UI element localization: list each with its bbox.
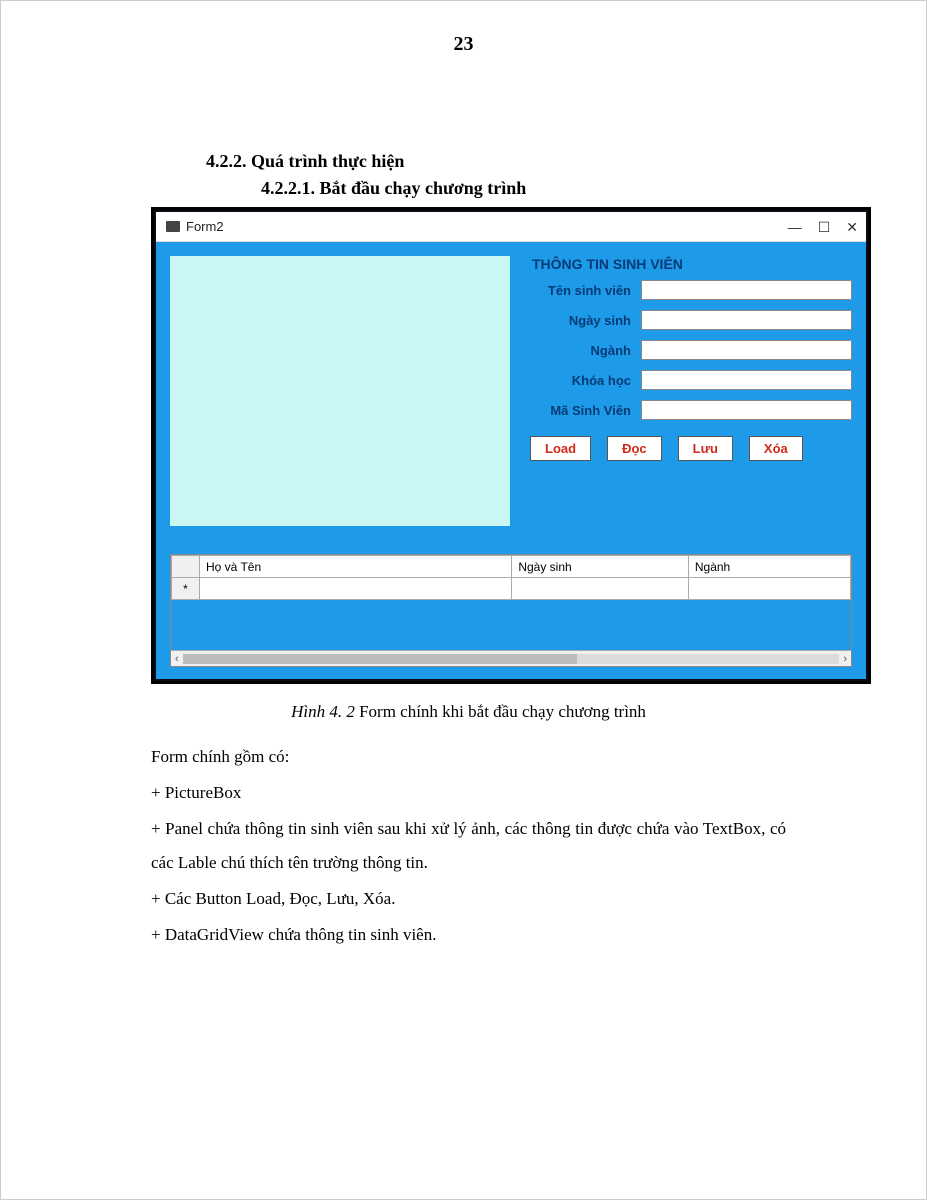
maximize-icon[interactable]: ☐ (818, 220, 831, 234)
body-p2: + PictureBox (151, 776, 786, 810)
delete-button[interactable]: Xóa (749, 436, 803, 461)
picture-box (170, 256, 510, 526)
label-major: Ngành (526, 343, 641, 358)
window-title: Form2 (186, 219, 224, 234)
app-icon (166, 221, 180, 232)
panel-title: THÔNG TIN SINH VIÊN (526, 256, 852, 272)
read-button[interactable]: Đọc (607, 436, 662, 461)
label-student-id: Mã Sinh Viên (526, 403, 641, 418)
grid-col-name: Họ và Tên (200, 556, 512, 578)
grid-row-marker: * (172, 578, 200, 600)
grid-empty-area (171, 600, 851, 650)
form2-screenshot: Form2 — ☐ ✕ THÔNG TIN SINH VIÊN Tên sinh… (151, 207, 871, 684)
figure-caption-text: Form chính khi bắt đầu chạy chương trình (355, 702, 646, 721)
body-p5: + DataGridView chứa thông tin sinh viên. (151, 918, 786, 952)
student-info-panel: THÔNG TIN SINH VIÊN Tên sinh viên Ngày s… (526, 256, 852, 526)
heading-4-2-2-1: 4.2.2.1. Bắt đầu chạy chương trình (261, 178, 786, 199)
grid-col-major: Ngành (688, 556, 850, 578)
scroll-thumb[interactable] (183, 654, 577, 664)
minimize-icon[interactable]: — (788, 220, 802, 234)
scroll-track[interactable] (183, 654, 840, 664)
close-icon[interactable]: ✕ (846, 220, 858, 234)
load-button[interactable]: Load (530, 436, 591, 461)
input-student-id[interactable] (641, 400, 852, 420)
heading-4-2-2: 4.2.2. Quá trình thực hiện (206, 151, 786, 172)
label-student-name: Tên sinh viên (526, 283, 641, 298)
window-titlebar: Form2 — ☐ ✕ (156, 212, 866, 242)
grid-horizontal-scrollbar[interactable]: ‹ › (171, 650, 851, 666)
scroll-left-icon[interactable]: ‹ (175, 653, 179, 665)
input-dob[interactable] (641, 310, 852, 330)
figure-label: Hình 4. 2 (291, 702, 355, 721)
figure-caption: Hình 4. 2 Form chính khi bắt đầu chạy ch… (151, 702, 786, 722)
input-major[interactable] (641, 340, 852, 360)
grid-col-dob: Ngày sinh (512, 556, 689, 578)
input-course[interactable] (641, 370, 852, 390)
save-button[interactable]: Lưu (678, 436, 733, 461)
body-p3: + Panel chứa thông tin sinh viên sau khi… (151, 812, 786, 880)
page-number: 23 (1, 1, 926, 56)
input-student-name[interactable] (641, 280, 852, 300)
body-p1: Form chính gồm có: (151, 740, 786, 774)
body-p4: + Các Button Load, Đọc, Lưu, Xóa. (151, 882, 786, 916)
label-dob: Ngày sinh (526, 313, 641, 328)
label-course: Khóa học (526, 373, 641, 388)
data-grid-view[interactable]: Họ và Tên Ngày sinh Ngành * ‹ (170, 554, 852, 667)
grid-new-row[interactable]: * (172, 578, 851, 600)
grid-row-header-blank (172, 556, 200, 578)
scroll-right-icon[interactable]: › (843, 653, 847, 665)
